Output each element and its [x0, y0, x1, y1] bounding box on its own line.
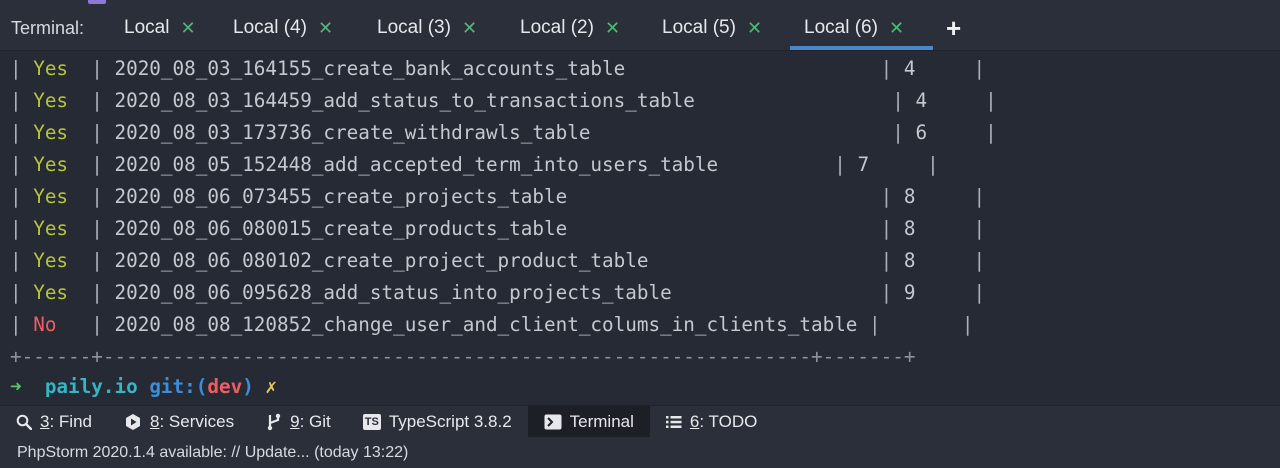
tab-label: Local (6)	[804, 17, 878, 38]
tool-label: : Find	[49, 412, 92, 431]
batch-number: 7	[857, 153, 870, 176]
typescript-badge: TS	[362, 414, 381, 430]
migration-name: 2020_08_06_080015_create_products_table	[114, 217, 568, 240]
close-icon[interactable]: ✕	[605, 19, 620, 37]
terminal-output[interactable]: | Yes | 2020_08_03_164155_create_bank_ac…	[0, 51, 1280, 405]
shell-prompt: ➜ paily.io git:(dev) ✗	[10, 371, 1270, 403]
update-notification[interactable]: PhpStorm 2020.1.4 available: // Update..…	[17, 444, 408, 462]
batch-number: 9	[903, 281, 916, 304]
close-icon[interactable]: ✕	[462, 19, 477, 37]
terminal-tool-button[interactable]: Terminal	[527, 406, 650, 438]
ran-status: Yes	[33, 185, 69, 208]
tab-local-3[interactable]: Local (3) ✕	[363, 6, 506, 50]
tab-label: Local (4)	[233, 17, 307, 38]
ran-status: Yes	[33, 281, 69, 304]
git-tool-button[interactable]: 9: Git	[250, 406, 347, 438]
prompt-git-close: )	[242, 375, 254, 398]
close-icon[interactable]: ✕	[747, 19, 762, 37]
todo-tool-button[interactable]: 6: TODO	[650, 406, 773, 438]
typescript-tool-button[interactable]: TS TypeScript 3.8.2	[347, 406, 528, 438]
batch-number: 8	[903, 185, 916, 208]
search-icon	[16, 414, 32, 430]
ran-status: Yes	[33, 249, 69, 272]
tab-label: Local	[124, 17, 170, 38]
close-icon[interactable]: ✕	[180, 19, 195, 37]
tab-label: Local (2)	[520, 17, 594, 38]
ran-status: Yes	[33, 121, 69, 144]
tab-local-5[interactable]: Local (5) ✕	[648, 6, 790, 50]
dirty-marker-icon: ✗	[265, 375, 278, 398]
close-icon[interactable]: ✕	[318, 19, 333, 37]
table-row: | Yes | 2020_08_05_152448_add_accepted_t…	[10, 153, 939, 176]
migration-name: 2020_08_03_164459_add_status_to_transact…	[114, 89, 695, 112]
prompt-git-label: git:(	[149, 375, 208, 398]
ran-status: Yes	[33, 217, 69, 240]
tool-shortcut: 3	[40, 412, 50, 431]
table-row: | Yes | 2020_08_03_173736_create_withdra…	[10, 121, 997, 144]
services-tool-button[interactable]: 8: Services	[108, 406, 250, 438]
git-icon	[266, 413, 282, 431]
migration-name: 2020_08_06_073455_create_projects_table	[114, 185, 568, 208]
tab-label: Local (5)	[662, 17, 736, 38]
tool-window-bar: 3: Find 8: Services 9: Git TS TypeScript…	[0, 405, 1280, 438]
migration-name: 2020_08_06_080102_create_project_product…	[114, 249, 649, 272]
batch-number: 4	[903, 57, 916, 80]
ran-status: Yes	[33, 89, 69, 112]
table-row: | Yes | 2020_08_06_073455_create_project…	[10, 185, 986, 208]
tab-local-6[interactable]: Local (6) ✕	[790, 6, 934, 50]
ran-status: No	[33, 313, 57, 336]
table-row: | Yes | 2020_08_03_164155_create_bank_ac…	[10, 57, 986, 80]
todo-icon	[665, 415, 682, 429]
batch-number: 8	[903, 249, 916, 272]
services-icon	[124, 413, 142, 431]
status-bar: PhpStorm 2020.1.4 available: // Update..…	[0, 437, 1280, 468]
table-row: | Yes | 2020_08_06_080015_create_product…	[10, 217, 986, 240]
batch-number: 6	[915, 121, 928, 144]
tab-local-2[interactable]: Local (2) ✕	[506, 6, 648, 50]
close-icon[interactable]: ✕	[889, 19, 904, 37]
tab-local-4[interactable]: Local (4) ✕	[219, 6, 363, 50]
migration-name: 2020_08_08_120852_change_user_and_client…	[114, 313, 858, 336]
table-row: | Yes | 2020_08_03_164459_add_status_to_…	[10, 89, 997, 112]
ran-status: Yes	[33, 57, 69, 80]
table-separator: +------+--------------------------------…	[10, 345, 916, 368]
terminal-title: Terminal:	[11, 17, 85, 38]
tab-local[interactable]: Local ✕	[110, 6, 219, 50]
tool-label: TypeScript 3.8.2	[388, 412, 512, 431]
tab-label: Local (3)	[377, 17, 451, 38]
batch-number: 4	[915, 89, 928, 112]
tool-shortcut: 6	[689, 412, 700, 431]
ran-status: Yes	[33, 153, 69, 176]
migration-name: 2020_08_05_152448_add_accepted_term_into…	[114, 153, 719, 176]
migration-name: 2020_08_03_164155_create_bank_accounts_t…	[114, 57, 626, 80]
tool-label: : Services	[159, 412, 235, 431]
find-tool-button[interactable]: 3: Find	[0, 406, 108, 438]
prompt-directory: paily.io	[44, 375, 138, 398]
tool-label: : TODO	[699, 412, 758, 431]
prompt-arrow-icon: ➜	[10, 375, 22, 398]
tool-label: Terminal	[569, 412, 634, 431]
typescript-icon: TS	[362, 414, 381, 430]
terminal-icon	[544, 414, 562, 430]
prompt-branch: dev	[207, 375, 243, 398]
batch-number: 8	[903, 217, 916, 240]
table-row: | Yes | 2020_08_06_080102_create_project…	[10, 249, 986, 272]
new-tab-button[interactable]: +	[946, 15, 961, 41]
table-row: | Yes | 2020_08_06_095628_add_status_int…	[10, 281, 986, 304]
migration-name: 2020_08_06_095628_add_status_into_projec…	[114, 281, 672, 304]
tool-shortcut: 8	[150, 412, 160, 431]
folder-icon	[88, 0, 106, 4]
tool-shortcut: 9	[290, 412, 300, 431]
migration-name: 2020_08_03_173736_create_withdrawls_tabl…	[114, 121, 591, 144]
tool-label: : Git	[299, 412, 331, 431]
table-row: | No | 2020_08_08_120852_change_user_and…	[10, 313, 974, 336]
terminal-tab-bar: Terminal: Local ✕ Local (4) ✕ Local (3) …	[0, 6, 1280, 51]
